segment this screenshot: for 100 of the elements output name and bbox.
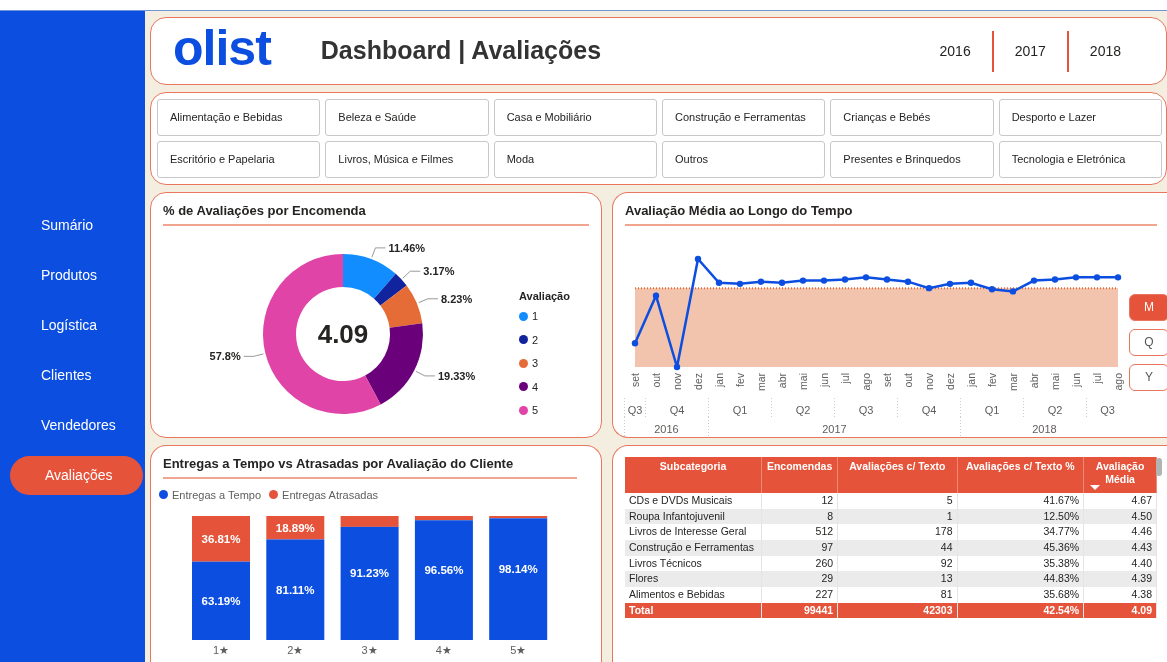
quarter-label: Q2: [795, 403, 811, 416]
month-label: fev: [734, 372, 746, 387]
table-cell: Roupa Infantojuvenil: [625, 508, 762, 525]
column-header[interactable]: Avaliações c/ Texto %: [957, 457, 1084, 494]
table-cell: 4.39: [1083, 571, 1157, 588]
data-point: [652, 292, 660, 299]
leader-line: [371, 246, 386, 258]
data-point: [778, 279, 786, 286]
data-label: 57.8%: [209, 349, 241, 362]
table-cell: 45.36%: [957, 540, 1084, 556]
panel-title: Entregas a Tempo vs Atrasadas por Avaliação do Cliente: [163, 454, 577, 479]
nav-item[interactable]: Produtos: [10, 256, 143, 295]
total-cell: 99441: [761, 602, 838, 619]
legend-label: Entregas Atrasadas: [282, 487, 379, 503]
average-rating-value: 4.09: [317, 318, 369, 349]
year-filter-button[interactable]: 2017: [991, 30, 1067, 72]
month-label: mar: [755, 372, 767, 391]
category-label: 3★: [361, 644, 378, 656]
granularity-button[interactable]: Q: [1129, 328, 1167, 356]
quarter-label: Q3: [858, 403, 874, 416]
category-label: 2★: [287, 644, 304, 656]
data-point: [1114, 273, 1122, 281]
data-point: [883, 275, 891, 283]
table-cell: 97: [761, 540, 838, 556]
table-cell: Flores: [625, 571, 762, 588]
data-point: [715, 279, 723, 286]
leader-line: [418, 297, 439, 303]
nav-item[interactable]: Sumário: [10, 206, 143, 245]
legend-label: 5: [532, 403, 539, 418]
month-label: nov: [671, 372, 683, 390]
category-filter-button[interactable]: Alimentação e Bebidas: [157, 99, 321, 136]
total-cell: 42303: [837, 602, 958, 619]
data-point: [757, 278, 765, 285]
table-cell: 4.43: [1083, 540, 1157, 556]
data-point: [631, 339, 639, 346]
data-label: 96.56%: [424, 564, 464, 577]
total-cell: 42.54%: [957, 602, 1084, 619]
data-point: [1030, 276, 1038, 284]
month-label: jun: [818, 372, 830, 387]
dashboard-title: Dashboard | Avaliações: [320, 35, 602, 67]
leader-line: [415, 370, 436, 376]
table-cell: 41.67%: [957, 493, 1084, 509]
category-filter-button[interactable]: Presentes e Brinquedos: [830, 141, 994, 178]
category-filter-button[interactable]: Outros: [662, 141, 826, 178]
month-label: out: [902, 372, 914, 388]
nav-item[interactable]: Clientes: [10, 356, 143, 395]
data-label: 19.33%: [437, 369, 476, 382]
category-filter-button[interactable]: Moda: [493, 141, 657, 178]
column-header[interactable]: Avaliação Média: [1083, 457, 1157, 494]
category-filter-button[interactable]: Desporto e Lazer: [998, 99, 1162, 136]
category-filter-button[interactable]: Tecnologia e Eletrónica: [998, 141, 1162, 178]
category-filter-button[interactable]: Beleza e Saúde: [325, 99, 489, 136]
granularity-button[interactable]: Y: [1129, 363, 1167, 391]
category-filter-button[interactable]: Crianças e Bebés: [830, 99, 994, 136]
data-label: 91.23%: [350, 567, 390, 580]
month-label: jul: [839, 372, 851, 383]
data-point: [799, 276, 807, 284]
column-header[interactable]: Subcategoria: [625, 457, 762, 494]
data-point: [841, 275, 849, 283]
year-filter-button[interactable]: 2018: [1066, 30, 1142, 72]
legend-label: 1: [532, 309, 539, 324]
month-label: set: [629, 372, 641, 387]
table-cell: 13: [837, 571, 958, 588]
data-point: [1093, 273, 1101, 281]
data-label: 3.17%: [423, 264, 455, 277]
column-header[interactable]: Encomendas: [761, 457, 838, 494]
year-filter-button[interactable]: 2016: [918, 30, 992, 72]
month-label: jul: [1091, 372, 1103, 383]
data-label: 36.81%: [201, 532, 241, 545]
month-label: jan: [965, 372, 977, 387]
month-label: out: [650, 372, 662, 388]
category-filter-button[interactable]: Livros, Música e Filmes: [325, 141, 489, 178]
year-label: 2018: [1032, 422, 1057, 435]
table-cell: 4.38: [1083, 587, 1157, 603]
column-header[interactable]: Avaliações c/ Texto: [837, 457, 958, 494]
total-cell: 4.09: [1083, 602, 1157, 619]
nav-item[interactable]: Avaliações: [10, 456, 143, 495]
quarter-label: Q4: [669, 403, 685, 416]
nav-item[interactable]: Logística: [10, 306, 143, 345]
data-label: 11.46%: [388, 241, 426, 254]
legend-label: 3: [532, 356, 539, 371]
granularity-button[interactable]: M: [1129, 293, 1167, 321]
table-cell: 29: [761, 571, 838, 588]
month-label: set: [881, 372, 893, 387]
category-filter-button[interactable]: Construção e Ferramentas: [662, 99, 826, 136]
scrollbar-thumb[interactable]: [1156, 458, 1162, 476]
month-label: nov: [923, 372, 935, 390]
nav-item[interactable]: Vendedores: [10, 406, 143, 445]
month-label: ago: [1112, 372, 1124, 391]
table-cell: 12.50%: [957, 508, 1084, 525]
category-filter-button[interactable]: Escritório e Papelaria: [157, 141, 321, 178]
logo: olist: [173, 23, 271, 73]
category-filter-button[interactable]: Casa e Mobiliário: [493, 99, 657, 136]
table-cell: 44.83%: [957, 571, 1084, 588]
month-label: dez: [944, 372, 956, 390]
data-point: [1072, 273, 1080, 281]
panel-title: % de Avaliações por Encomenda: [163, 201, 589, 226]
table-cell: 44: [837, 540, 958, 556]
table-cell: 12: [761, 493, 838, 509]
month-label: mai: [797, 372, 809, 390]
